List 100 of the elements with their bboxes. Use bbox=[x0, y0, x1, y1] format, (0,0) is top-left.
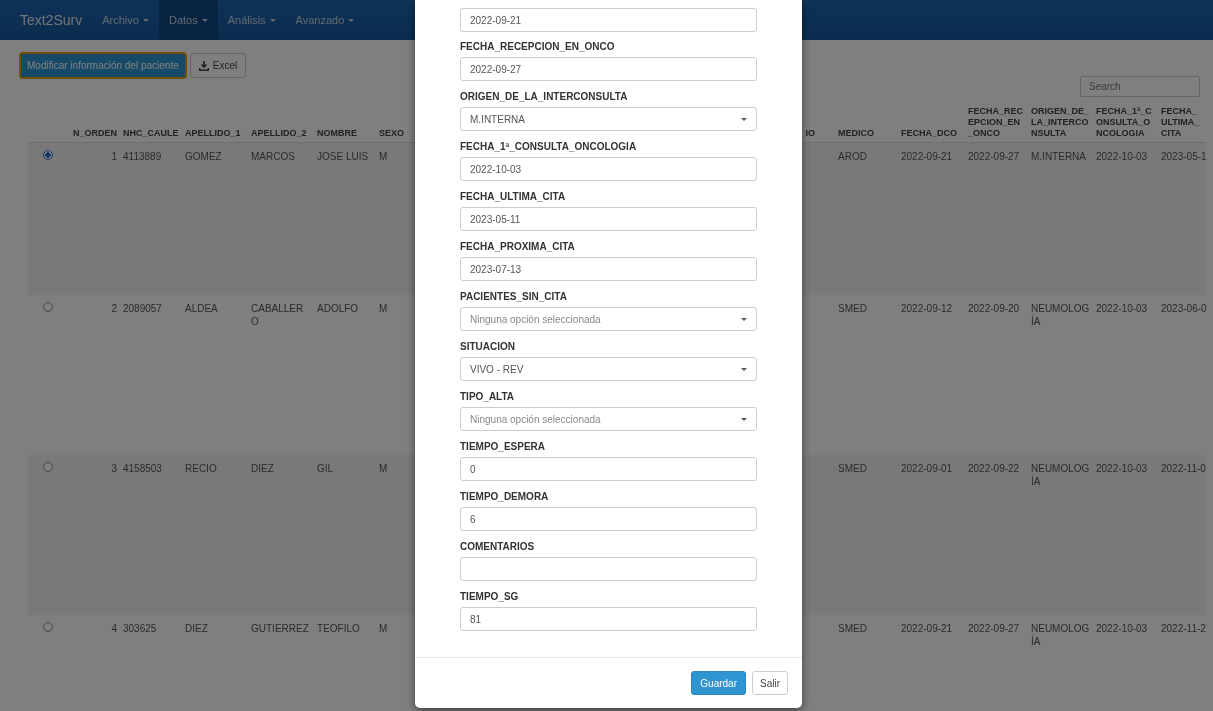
table-cell: 2022-10-03 bbox=[1096, 463, 1148, 474]
table-cell: M bbox=[379, 623, 388, 634]
column-header[interactable]: FECHA_DCO bbox=[898, 97, 965, 142]
select-field[interactable]: Ninguna opción seleccionada bbox=[460, 407, 757, 431]
radio-button[interactable] bbox=[43, 622, 53, 632]
menu-item[interactable]: Datos bbox=[158, 0, 218, 40]
field-label: TIEMPO_SG bbox=[460, 590, 520, 603]
table-cell: M.INTERNA bbox=[1031, 150, 1086, 162]
field-label: FECHA_ULTIMA_CITA bbox=[460, 190, 567, 203]
menu-item[interactable]: Avanzado bbox=[285, 0, 365, 40]
table-cell: SMED bbox=[838, 623, 867, 634]
input-field[interactable]: 81 bbox=[460, 607, 757, 631]
table-cell: DIEZ bbox=[251, 463, 274, 474]
radio-button[interactable] bbox=[43, 149, 53, 160]
table-cell: SMED bbox=[838, 463, 867, 474]
select-field[interactable]: VIVO - REV bbox=[460, 357, 757, 381]
download-icon bbox=[198, 60, 209, 71]
caret-icon bbox=[142, 18, 149, 22]
caret-icon bbox=[741, 117, 747, 121]
input-field[interactable]: 2022-10-03 bbox=[460, 157, 757, 181]
caret-icon bbox=[741, 417, 747, 421]
input-field[interactable]: 2022-09-21 bbox=[460, 8, 757, 32]
input-field[interactable]: 0 bbox=[460, 457, 757, 481]
table-cell: 1 bbox=[111, 150, 117, 162]
table-cell: 2022-09-27 bbox=[968, 150, 1020, 162]
column-header[interactable]: APELLIDO_1 bbox=[182, 97, 248, 142]
table-cell: 2022-09-21 bbox=[901, 623, 953, 634]
table-cell: 2022-09-20 bbox=[968, 303, 1020, 314]
caret-icon bbox=[741, 367, 747, 371]
input-field[interactable]: 2023-05-11 bbox=[460, 207, 757, 231]
column-header[interactable]: FECHA_RECEPCION_EN_ONCO bbox=[965, 97, 1028, 142]
input-field[interactable] bbox=[460, 557, 757, 581]
table-cell: JOSE LUIS bbox=[317, 150, 369, 162]
column-header[interactable]: N_ORDEN bbox=[68, 97, 120, 142]
table-cell: 2022-10-03 bbox=[1096, 623, 1148, 634]
table-cell: NEUMOLOGÍA bbox=[1031, 303, 1090, 327]
field-label: ORIGEN_DE_LA_INTERCONSULTA bbox=[460, 90, 629, 103]
input-field[interactable]: 2022-09-27 bbox=[460, 57, 757, 81]
table-cell: 2022-09-27 bbox=[968, 623, 1020, 634]
select-field[interactable]: Ninguna opción seleccionada bbox=[460, 307, 757, 331]
menu-item[interactable]: Análisis bbox=[217, 0, 286, 40]
table-cell: RECIO bbox=[185, 463, 217, 474]
radio-button[interactable] bbox=[43, 462, 53, 472]
select-field[interactable]: M.INTERNA bbox=[460, 107, 757, 131]
column-header[interactable]: APELLIDO_2 bbox=[248, 97, 314, 142]
field-label: TIEMPO_DEMORA bbox=[460, 490, 550, 503]
table-cell: TEOFILO bbox=[317, 623, 360, 634]
field-label: FECHA_RECEPCION_EN_ONCO bbox=[460, 40, 616, 53]
column-header[interactable]: FECHA_ULTIMA_CITA bbox=[1158, 97, 1206, 142]
table-cell: 2022-09-12 bbox=[901, 303, 953, 314]
column-header[interactable]: SEXO bbox=[376, 97, 412, 142]
table-cell: M bbox=[379, 150, 388, 162]
column-header[interactable]: NOMBRE bbox=[314, 97, 376, 142]
table-cell: GUTIERREZ bbox=[251, 623, 309, 634]
table-cell: MARCOS bbox=[251, 150, 295, 162]
table-cell: ALDEA bbox=[185, 303, 218, 314]
column-header[interactable]: ORIGEN_DE_LA_INTERCONSULTA bbox=[1028, 97, 1093, 142]
table-cell: 303625 bbox=[123, 623, 157, 634]
table-cell: M bbox=[379, 303, 388, 314]
caret-icon bbox=[741, 317, 747, 321]
table-cell: 4113889 bbox=[123, 150, 162, 162]
field-label: FECHA_PROXIMA_CITA bbox=[460, 240, 576, 253]
field-label: SITUACION bbox=[460, 340, 516, 353]
table-cell: 2022-11-0 bbox=[1161, 463, 1206, 474]
table-cell: 2023-06-0 bbox=[1161, 303, 1207, 314]
input-field[interactable]: 2023-07-13 bbox=[460, 257, 757, 281]
excel-button[interactable]: Excel bbox=[189, 53, 247, 78]
input-field[interactable]: 6 bbox=[460, 507, 757, 531]
table-cell: GOMEZ bbox=[185, 150, 222, 162]
table-cell: 3 bbox=[111, 463, 117, 474]
caret-icon bbox=[269, 18, 276, 22]
table-cell: 2022-10-03 bbox=[1096, 303, 1148, 314]
caret-icon bbox=[348, 18, 355, 22]
column-header[interactable]: FECHA_1ª_CONSULTA_ONCOLOGIA bbox=[1093, 97, 1158, 142]
column-header[interactable]: NHC_CAULE bbox=[120, 97, 182, 142]
exit-button[interactable]: Salir bbox=[752, 671, 788, 695]
field-label: COMENTARIOS bbox=[460, 540, 536, 553]
table-cell: SMED bbox=[838, 303, 867, 314]
table-cell: 2023-05-1 bbox=[1161, 150, 1207, 162]
table-cell: 2 bbox=[111, 303, 117, 314]
field-label: FECHA_1ª_CONSULTA_ONCOLOGIA bbox=[460, 140, 638, 153]
caret-icon bbox=[201, 18, 208, 22]
field-label: TIEMPO_ESPERA bbox=[460, 440, 547, 453]
table-cell: NEUMOLOGÍA bbox=[1031, 463, 1090, 487]
menu-item[interactable]: Archivo bbox=[92, 0, 159, 40]
table-cell: CABALLERO bbox=[251, 303, 304, 327]
table-cell: 4 bbox=[111, 623, 117, 634]
table-cell: 2022-09-22 bbox=[968, 463, 1020, 474]
table-cell: NEUMOLOGÍA bbox=[1031, 623, 1090, 647]
column-header[interactable]: MEDICO bbox=[835, 97, 898, 142]
radio-button[interactable] bbox=[43, 302, 53, 312]
table-cell: 2022-11-2 bbox=[1161, 623, 1206, 634]
field-label: PACIENTES_SIN_CITA bbox=[460, 290, 568, 303]
table-cell: 2089057 bbox=[123, 303, 162, 314]
save-button[interactable]: Guardar bbox=[691, 671, 746, 695]
search-field[interactable]: Search bbox=[1080, 76, 1200, 97]
table-cell: GIL bbox=[317, 463, 334, 474]
edit-patient-button[interactable]: Modificar información del paciente bbox=[20, 53, 186, 78]
table-cell: M bbox=[379, 463, 388, 474]
brand-title[interactable]: Text2Surv bbox=[10, 0, 93, 40]
